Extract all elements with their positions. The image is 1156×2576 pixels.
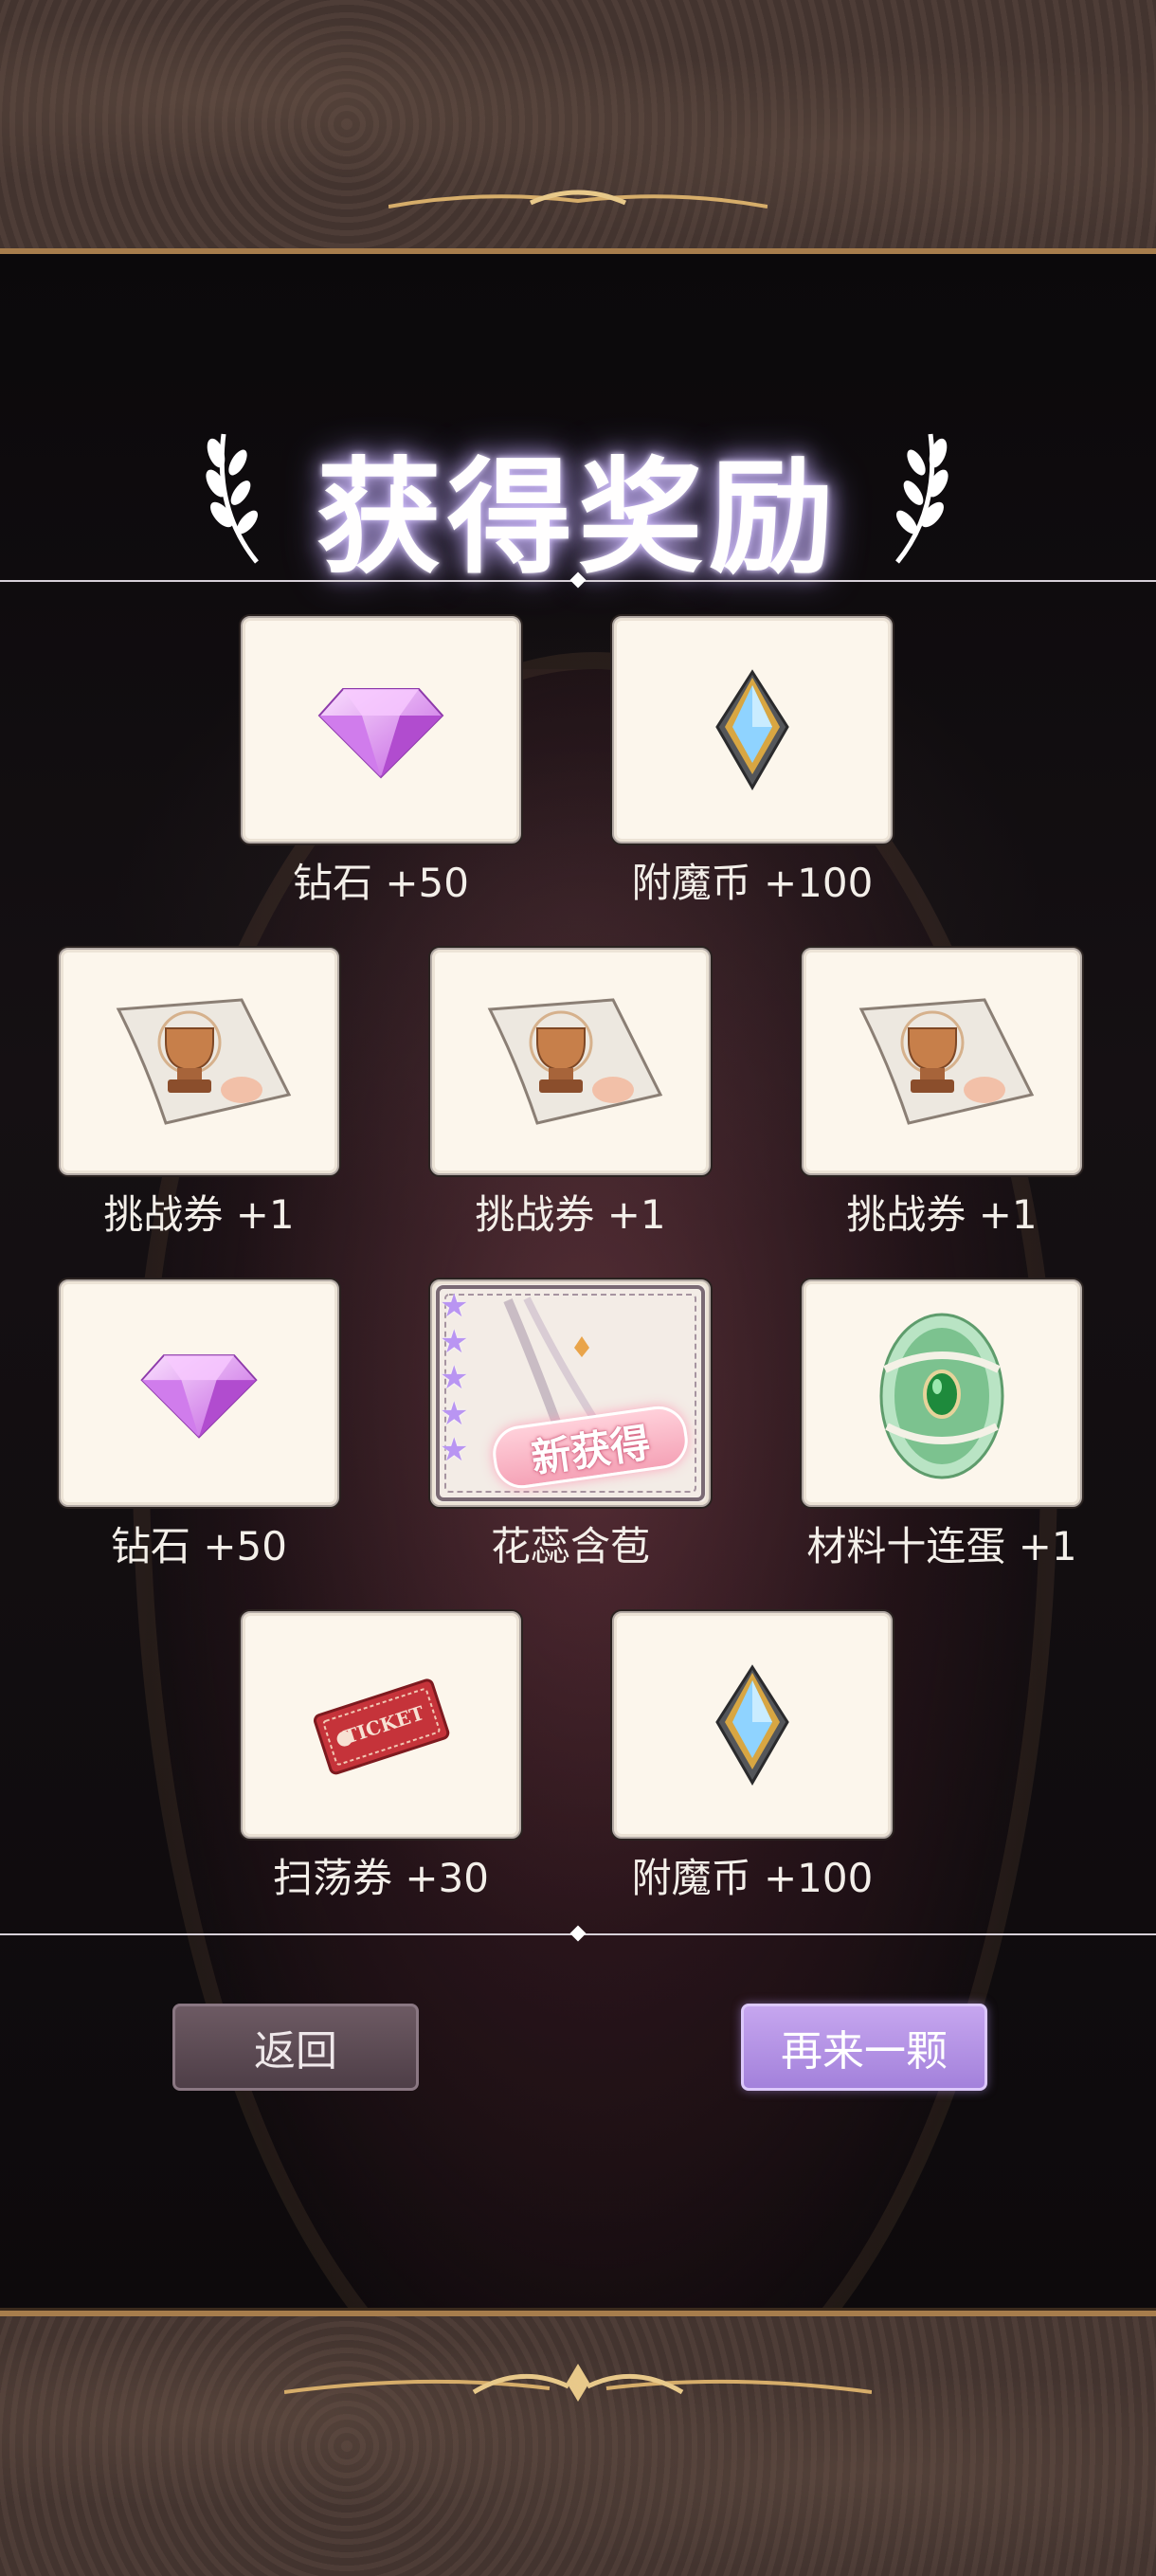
bottom-decor-band	[0, 2311, 1156, 2576]
reward-label: 材料十连蛋 +1	[806, 1523, 1077, 1569]
reward-card-new: ★ ★ ★ ★ ★ 新获得	[430, 1279, 711, 1507]
star-icon: ★	[440, 1323, 469, 1361]
reward-card	[241, 616, 521, 844]
reward-card	[802, 1279, 1082, 1507]
reward-item[interactable]: 挑战券 +1	[802, 948, 1082, 1238]
enchant-coin-icon	[715, 1664, 789, 1786]
star-icon: ★	[440, 1359, 469, 1397]
page-title: 获得奖励	[316, 444, 840, 591]
reward-item[interactable]: 材料十连蛋 +1	[802, 1279, 1082, 1569]
draw-again-button[interactable]: 再来一颗	[741, 2004, 987, 2091]
reward-label: 钻石 +50	[111, 1523, 287, 1569]
reward-item[interactable]: 附魔币 +100	[612, 1611, 893, 1901]
reward-card	[59, 1279, 339, 1507]
reward-label: 花蕊含苞	[490, 1523, 650, 1569]
reward-label: 附魔币 +100	[631, 1855, 874, 1901]
reward-item[interactable]: 挑战券 +1	[430, 948, 711, 1238]
reward-item[interactable]: 钻石 +50	[59, 1279, 339, 1569]
reward-item[interactable]: 钻石 +50	[241, 616, 521, 906]
back-button[interactable]: 返回	[172, 2004, 419, 2091]
divider-bottom	[0, 1925, 1156, 1942]
reward-label: 挑战券 +1	[103, 1191, 295, 1238]
title-area: 获得奖励	[0, 398, 1156, 591]
ornament-top-icon	[388, 190, 768, 209]
reward-card	[612, 616, 893, 844]
reward-item[interactable]: 附魔币 +100	[612, 616, 893, 906]
reward-item[interactable]: TICKET 扫荡券 +30	[241, 1611, 521, 1901]
top-decor-band	[0, 0, 1156, 254]
reward-card: TICKET	[241, 1611, 521, 1839]
diamond-icon	[317, 688, 444, 779]
star-icon: ★	[440, 1287, 469, 1325]
reward-label: 钻石 +50	[293, 860, 469, 906]
reward-item[interactable]: ★ ★ ★ ★ ★ 新获得 花蕊含苞	[430, 1279, 711, 1569]
challenge-ticket-icon	[487, 998, 663, 1125]
reward-label: 扫荡券 +30	[273, 1855, 489, 1901]
diamond-icon	[140, 1354, 258, 1439]
challenge-ticket-icon	[116, 998, 292, 1125]
reward-item[interactable]: 挑战券 +1	[59, 948, 339, 1238]
reward-card	[59, 948, 339, 1175]
reward-label: 挑战券 +1	[846, 1191, 1038, 1238]
divider-top	[0, 571, 1156, 589]
green-egg-icon	[879, 1313, 1004, 1479]
rarity-stars: ★ ★ ★ ★ ★	[440, 1289, 468, 1467]
enchant-coin-icon	[715, 669, 789, 790]
star-icon: ★	[440, 1395, 469, 1433]
reward-card	[802, 948, 1082, 1175]
reward-label: 挑战券 +1	[475, 1191, 666, 1238]
star-icon: ★	[440, 1431, 469, 1469]
reward-card	[430, 948, 711, 1175]
reward-label: 附魔币 +100	[631, 860, 874, 906]
reward-card	[612, 1611, 893, 1839]
challenge-ticket-icon	[858, 998, 1035, 1125]
laurel-right-icon	[895, 433, 948, 564]
ornament-bottom-icon	[284, 2364, 872, 2402]
sweep-ticket-icon: TICKET	[313, 1678, 450, 1775]
